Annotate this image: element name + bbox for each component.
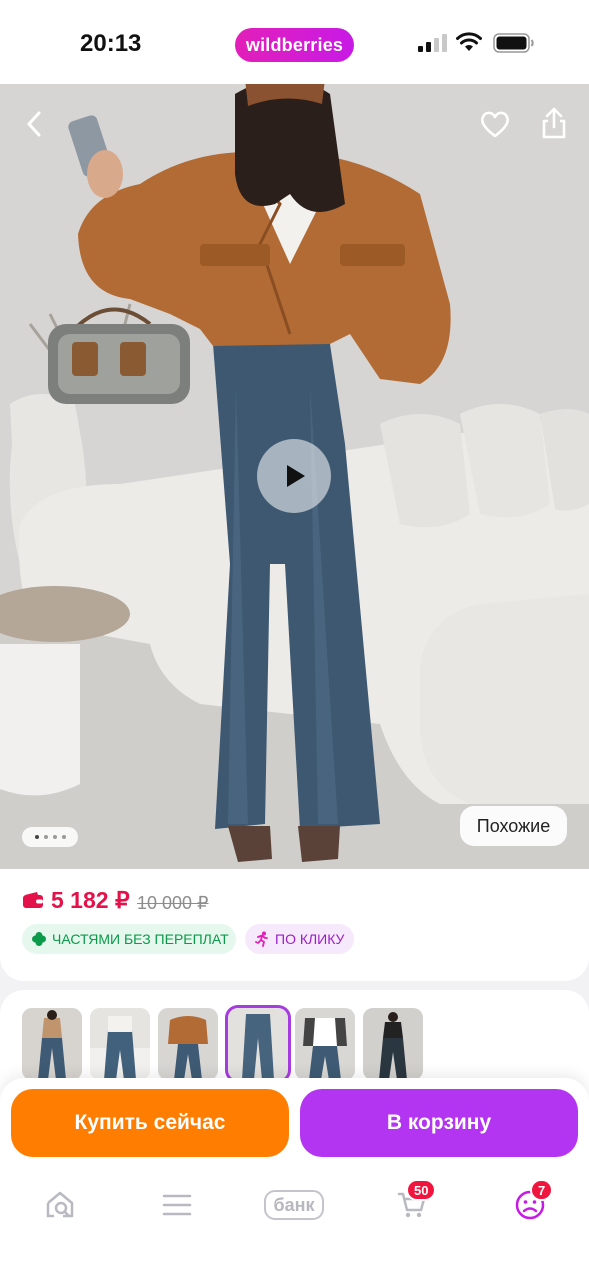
- back-button[interactable]: [14, 104, 54, 144]
- brand-name: wildberries: [245, 34, 344, 55]
- buy-now-button[interactable]: Купить сейчас: [11, 1089, 289, 1157]
- installment-badge-label: ЧАСТЯМИ БЕЗ ПЕРЕПЛАТ: [52, 931, 229, 947]
- thumbnail-4-selected[interactable]: [225, 1005, 291, 1083]
- old-price: 10 000 ₽: [137, 893, 209, 913]
- similar-label: Похожие: [476, 815, 551, 836]
- home-search-icon: [46, 1191, 74, 1218]
- pagination-dot: [52, 835, 57, 839]
- heart-icon: [481, 111, 509, 138]
- share-icon: [542, 107, 566, 139]
- product-page: 20:13 wildberries Похожие 5 182 ₽ 10 000…: [0, 0, 589, 1280]
- one-click-badge-label: ПО КЛИКУ: [275, 931, 345, 947]
- play-video-button[interactable]: [257, 439, 331, 513]
- clover-icon: [32, 932, 46, 946]
- similar-button[interactable]: Похожие: [460, 806, 567, 846]
- price-card: 5 182 ₽ 10 000 ₽ ЧАСТЯМИ БЕЗ ПЕРЕПЛАТ ПО…: [0, 869, 589, 981]
- menu-icon: [162, 1194, 192, 1216]
- one-click-badge[interactable]: ПО КЛИКУ: [245, 924, 354, 954]
- status-time: 20:13: [80, 30, 142, 57]
- pagination-dot: [34, 835, 39, 839]
- current-price: 5 182 ₽: [51, 887, 130, 913]
- signal-icon: [418, 34, 447, 52]
- running-man-icon: [255, 931, 268, 947]
- bottom-navigation: банк 50 7: [0, 1173, 589, 1280]
- pagination-dot: [43, 835, 48, 839]
- brand-logo: wildberries: [235, 28, 354, 62]
- cart-badge: 50: [406, 1179, 437, 1201]
- thumbnail-3[interactable]: [158, 1008, 218, 1080]
- pagination-dot: [61, 835, 66, 839]
- thumbnail-5[interactable]: [295, 1008, 355, 1080]
- profile-badge: 7: [530, 1179, 554, 1201]
- nav-home[interactable]: [32, 1183, 88, 1227]
- nav-bank[interactable]: банк: [258, 1183, 330, 1227]
- gallery-pagination: [22, 827, 78, 847]
- chevron-left-icon: [27, 111, 41, 137]
- purchase-actions: Купить сейчас В корзину: [0, 1078, 589, 1173]
- bank-logo: банк: [264, 1190, 324, 1220]
- installment-badge[interactable]: ЧАСТЯМИ БЕЗ ПЕРЕПЛАТ: [22, 924, 236, 954]
- share-button[interactable]: [534, 102, 574, 144]
- thumbnail-6[interactable]: [363, 1008, 423, 1080]
- status-bar: 20:13 wildberries: [0, 0, 589, 84]
- thumbnail-1[interactable]: [22, 1008, 82, 1080]
- add-to-cart-button[interactable]: В корзину: [300, 1089, 578, 1157]
- product-gallery[interactable]: Похожие: [0, 84, 589, 869]
- wallet-icon: [23, 892, 43, 908]
- favorite-button[interactable]: [475, 104, 515, 144]
- nav-catalog[interactable]: [149, 1183, 205, 1227]
- wifi-icon: [456, 32, 482, 51]
- battery-icon: [493, 33, 534, 53]
- play-icon: [287, 465, 305, 487]
- thumbnail-2[interactable]: [90, 1008, 150, 1080]
